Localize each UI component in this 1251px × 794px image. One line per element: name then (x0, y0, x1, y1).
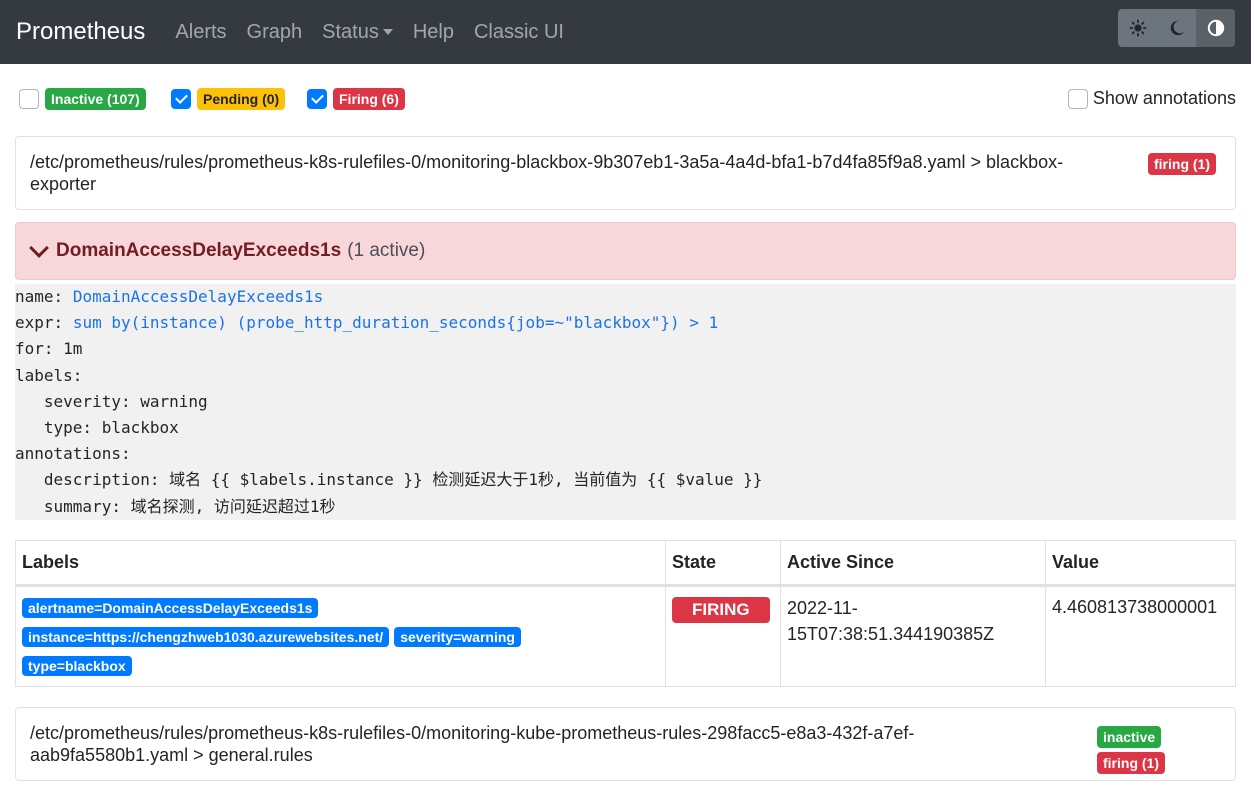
table-row: alertname=DomainAccessDelayExceeds1s ins… (15, 584, 1236, 687)
rule-annotations-key: annotations: (15, 444, 131, 464)
show-annotations-checkbox[interactable] (1067, 88, 1088, 109)
filter-firing[interactable]: Firing (6) (307, 88, 405, 110)
auto-theme-button[interactable] (1196, 9, 1235, 47)
moon-icon (1170, 20, 1184, 36)
state-badge: FIRING (672, 596, 770, 623)
active-since-time: 15T07:38:51.344190385Z (787, 623, 995, 644)
group-firing-badge: firing (1) (1148, 153, 1216, 175)
rule-for-line: for: 1m (15, 339, 83, 359)
inactive-badge: Inactive (107) (45, 88, 146, 110)
sun-icon (1128, 19, 1147, 37)
rule-summary-line: summary: 域名探测, 访问延迟超过1秒 (15, 496, 336, 516)
col-active-since: Active Since (780, 539, 1046, 587)
labels-cell: alertname=DomainAccessDelayExceeds1s ins… (15, 584, 666, 687)
filter-inactive[interactable]: Inactive (107) (19, 88, 146, 110)
rule-name-line: name: DomainAccessDelayExceeds1s (15, 284, 1236, 310)
table-header-row: Labels State Active Since Value (15, 539, 1236, 587)
col-state: State (665, 539, 781, 587)
nav-status-label: Status (322, 20, 379, 43)
chevron-down-icon (29, 238, 49, 258)
nav-classic-ui[interactable]: Classic UI (474, 21, 564, 44)
alert-rule-header[interactable]: DomainAccessDelayExceeds1s (1 active) (15, 222, 1236, 280)
dark-theme-button[interactable] (1157, 9, 1196, 47)
pending-badge: Pending (0) (197, 88, 286, 110)
col-value: Value (1045, 539, 1236, 587)
rule-expr-line: expr: sum by(instance) (probe_http_durat… (15, 310, 1236, 336)
value-cell: 4.460813738000001 (1045, 584, 1236, 687)
rule-expr-link[interactable]: sum by(instance) (probe_http_duration_se… (73, 313, 718, 332)
col-labels: Labels (15, 539, 666, 587)
nav-graph[interactable]: Graph (247, 21, 303, 44)
rule-group-path: /etc/prometheus/rules/prometheus-k8s-rul… (30, 152, 1064, 194)
rule-definition: name: DomainAccessDelayExceeds1s expr: s… (15, 284, 1236, 520)
contrast-icon (1207, 19, 1224, 37)
rule-group-header[interactable]: /etc/prometheus/rules/prometheus-k8s-rul… (15, 706, 1236, 781)
label-badge: severity=warning (394, 626, 521, 647)
show-annotations-label: Show annotations (1092, 88, 1236, 108)
inactive-checkbox[interactable] (19, 89, 39, 109)
alerts-table: Labels State Active Since Value alertnam… (15, 539, 1236, 687)
caret-down-icon (382, 29, 393, 35)
rule-group-path: /etc/prometheus/rules/prometheus-k8s-rul… (30, 722, 915, 765)
label-badge: type=blackbox (22, 655, 132, 676)
group-badges: firing (1) (1148, 153, 1216, 175)
rule-group-header[interactable]: /etc/prometheus/rules/prometheus-k8s-rul… (15, 136, 1236, 210)
nav-help[interactable]: Help (413, 21, 454, 44)
firing-checkbox[interactable] (307, 89, 327, 109)
navbar: Prometheus Alerts Graph Status Help Clas… (0, 0, 1251, 64)
rule-name-key: name: (15, 287, 64, 306)
nav-status-dropdown[interactable]: Status (322, 21, 393, 44)
state-cell: FIRING (665, 584, 781, 687)
show-annotations-toggle[interactable]: Show annotations (1067, 88, 1236, 109)
alert-rule-name: DomainAccessDelayExceeds1s (56, 240, 342, 261)
filter-pending[interactable]: Pending (0) (171, 88, 286, 110)
group-badges: inactive firing (1) (1097, 725, 1165, 774)
filter-bar: Inactive (107) Pending (0) Firing (6) Sh… (0, 64, 1251, 136)
firing-badge: Firing (6) (333, 88, 405, 110)
group-firing-badge: firing (1) (1097, 751, 1165, 774)
rule-type-line: type: blackbox (15, 418, 179, 438)
nav-alerts[interactable]: Alerts (175, 21, 226, 44)
light-theme-button[interactable] (1118, 9, 1157, 47)
rule-expr-key: expr: (15, 313, 64, 333)
rule-description-line: description: 域名 {{ $labels.instance }} 检… (15, 470, 763, 490)
active-since-cell: 2022-11- 15T07:38:51.344190385Z (780, 584, 1046, 687)
brand-link[interactable]: Prometheus (16, 18, 145, 46)
label-badge: alertname=DomainAccessDelayExceeds1s (22, 597, 319, 618)
theme-toggle-group (1118, 9, 1235, 47)
label-badge: instance=https://chengzhweb1030.azureweb… (22, 626, 390, 647)
alert-active-count: (1 active) (347, 240, 426, 261)
rule-labels-key: labels: (15, 365, 83, 385)
rule-severity-line: severity: warning (15, 391, 208, 411)
group-inactive-badge: inactive (1097, 725, 1162, 748)
pending-checkbox[interactable] (171, 89, 191, 109)
rule-name-link[interactable]: DomainAccessDelayExceeds1s (73, 287, 323, 306)
